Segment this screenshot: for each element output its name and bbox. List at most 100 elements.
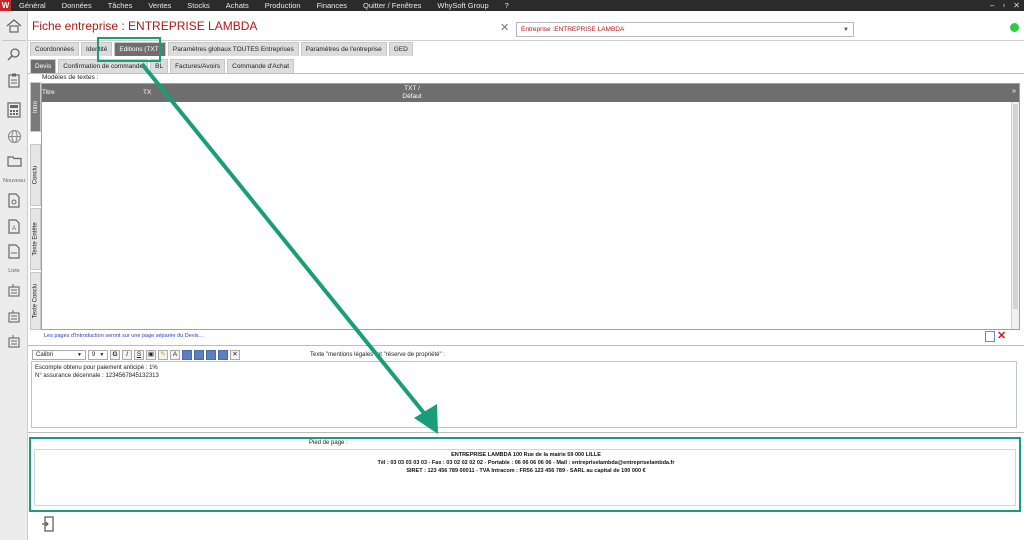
mentions-label: Texte "mentions légales" et "réserve de … bbox=[310, 352, 445, 358]
menu-donnees[interactable]: Données bbox=[54, 0, 100, 11]
restore-button[interactable]: ▫ bbox=[1002, 0, 1005, 11]
font-color-icon[interactable]: A bbox=[170, 349, 180, 360]
vtab-intro-label: Intro bbox=[32, 100, 39, 114]
list-stack-icon-3[interactable] bbox=[3, 330, 25, 352]
underline-button[interactable]: S bbox=[134, 349, 144, 360]
entity-select[interactable]: Entreprise :ENTREPRISE LAMBDA ▼ bbox=[516, 22, 854, 37]
new-file-icon[interactable] bbox=[3, 240, 25, 262]
sidebar-liste-label: Liste bbox=[8, 268, 20, 274]
folder-icon[interactable] bbox=[3, 150, 25, 172]
minimize-button[interactable]: – bbox=[990, 0, 994, 11]
entity-select-value: Entreprise :ENTREPRISE LAMBDA bbox=[521, 26, 625, 33]
menu-bar: W Général Données Tâches Ventes Stocks A… bbox=[0, 0, 1024, 11]
new-invoice-icon[interactable]: A bbox=[3, 215, 25, 237]
column-txt-label: TXT / bbox=[404, 85, 420, 92]
home-icon[interactable] bbox=[3, 15, 25, 37]
align-left-icon[interactable] bbox=[182, 349, 192, 360]
svg-text:A: A bbox=[12, 226, 16, 232]
subtab-devis[interactable]: Devis bbox=[30, 59, 57, 73]
subtab-factures-avoirs[interactable]: Factures/Avoirs bbox=[170, 59, 226, 73]
close-window-button[interactable]: ✕ bbox=[1013, 0, 1020, 11]
page-title: Fiche entreprise : ENTREPRISE LAMBDA bbox=[32, 19, 258, 33]
menu-achats[interactable]: Achats bbox=[218, 0, 257, 11]
text-section-tabs: Intro Conclu Texte Entête Texte Conclu bbox=[30, 82, 41, 330]
vtab-conclu[interactable]: Conclu bbox=[30, 144, 41, 206]
footer-label: Pied de page : bbox=[309, 440, 348, 446]
clear-format-icon[interactable]: ✕ bbox=[230, 349, 240, 360]
vtab-texte-conclu[interactable]: Texte Conclu bbox=[30, 272, 41, 330]
menu-production[interactable]: Production bbox=[257, 0, 309, 11]
document-subtabs: Devis Confirmation de commande BL Factur… bbox=[30, 59, 296, 73]
grid-header: Titre TX TXT / Défaut » bbox=[42, 84, 1019, 102]
highlight-icon[interactable]: ✎ bbox=[158, 349, 168, 360]
exit-icon[interactable] bbox=[42, 516, 55, 532]
sidebar-nouveau-label: Nouveau bbox=[2, 178, 26, 184]
align-justify-icon[interactable] bbox=[218, 349, 228, 360]
mentions-textarea[interactable]: Escompte obtenu pour paiement anticipé :… bbox=[31, 361, 1017, 428]
app-logo[interactable]: W bbox=[0, 0, 11, 11]
window-controls: – ▫ ✕ bbox=[990, 0, 1020, 11]
list-stack-icon[interactable] bbox=[3, 279, 25, 301]
tab-parametres-entreprise[interactable]: Paramètres de l'entreprise bbox=[300, 42, 387, 56]
mentions-line-1: Escompte obtenu pour paiement anticipé :… bbox=[35, 365, 158, 371]
column-tx[interactable]: TX bbox=[143, 89, 151, 96]
vtab-texte-entete[interactable]: Texte Entête bbox=[30, 208, 41, 270]
calculator-icon[interactable] bbox=[3, 99, 25, 121]
clipboard-icon[interactable] bbox=[3, 69, 25, 91]
chevron-down-icon: ▼ bbox=[77, 351, 82, 358]
editor-toolbar: Calibri ▼ 9 ▼ G I S ▣ ✎ A ✕ bbox=[32, 349, 240, 360]
tab-parametres-globaux[interactable]: Paramètres globaux TOUTES Entreprises bbox=[167, 42, 299, 56]
bold-button[interactable]: G bbox=[110, 349, 120, 360]
subtab-commande-achat[interactable]: Commande d'Achat bbox=[227, 59, 295, 73]
tab-ged[interactable]: GED bbox=[388, 42, 413, 56]
subtab-divider bbox=[28, 73, 1024, 74]
header-divider bbox=[28, 40, 1024, 41]
tab-coordonnees[interactable]: Coordonnées bbox=[30, 42, 80, 56]
scrollbar-thumb[interactable] bbox=[1013, 104, 1018, 309]
new-document-icon[interactable] bbox=[3, 189, 25, 211]
chevron-down-icon: ▼ bbox=[843, 26, 849, 33]
section-divider-2 bbox=[28, 432, 1024, 433]
font-family-select[interactable]: Calibri ▼ bbox=[32, 349, 86, 360]
new-note-icon[interactable] bbox=[985, 331, 995, 342]
column-menu-icon[interactable]: » bbox=[1012, 88, 1016, 95]
align-right-icon[interactable] bbox=[206, 349, 216, 360]
intro-note: Les pages d'Introduction seront sur une … bbox=[44, 333, 204, 339]
column-defaut-label: Défaut bbox=[402, 93, 422, 100]
vtab-texte-entete-label: Texte Entête bbox=[32, 222, 39, 256]
search-icon[interactable] bbox=[3, 43, 25, 65]
vtab-intro[interactable]: Intro bbox=[30, 82, 41, 132]
menu-stocks[interactable]: Stocks bbox=[179, 0, 218, 11]
grid-scrollbar[interactable] bbox=[1011, 102, 1019, 329]
menu-finances[interactable]: Finances bbox=[309, 0, 355, 11]
section-divider bbox=[28, 345, 1024, 346]
main-tabs: Coordonnées Identité Editions (TXT) Para… bbox=[30, 42, 415, 56]
image-icon[interactable]: ▣ bbox=[146, 349, 156, 360]
font-size-select[interactable]: 9 ▼ bbox=[88, 349, 108, 360]
clear-entity-icon[interactable]: ✕ bbox=[500, 21, 509, 34]
italic-button[interactable]: I bbox=[122, 349, 132, 360]
menu-help[interactable]: ? bbox=[497, 0, 517, 11]
menu-quitter-fenetres[interactable]: Quitter / Fenêtres bbox=[355, 0, 429, 11]
status-indicator bbox=[1010, 23, 1019, 32]
chevron-down-icon: ▼ bbox=[99, 351, 105, 358]
vtab-conclu-label: Conclu bbox=[32, 165, 39, 185]
menu-whysoft-group[interactable]: WhySoft Group bbox=[429, 0, 496, 11]
tab-highlight-box bbox=[97, 37, 161, 62]
list-stack-icon-2[interactable] bbox=[3, 305, 25, 327]
menu-general[interactable]: Général bbox=[11, 0, 54, 11]
column-titre[interactable]: Titre bbox=[42, 89, 55, 96]
menu-taches[interactable]: Tâches bbox=[100, 0, 141, 11]
delete-icon[interactable]: ✕ bbox=[997, 330, 1008, 342]
menu-ventes[interactable]: Ventes bbox=[140, 0, 179, 11]
globe-icon[interactable] bbox=[3, 125, 25, 147]
align-center-icon[interactable] bbox=[194, 349, 204, 360]
footer-line-3: SIRET : 123 456 789 00011 - TVA Intracom… bbox=[406, 468, 646, 474]
footer-text-editor[interactable]: ENTREPRISE LAMBDA 100 Rue de la mairie 5… bbox=[34, 449, 1016, 506]
column-txt-defaut[interactable]: TXT / Défaut bbox=[372, 85, 452, 101]
sidebar-divider bbox=[2, 40, 26, 41]
text-models-grid[interactable]: Titre TX TXT / Défaut » bbox=[41, 83, 1020, 330]
vtab-texte-conclu-label: Texte Conclu bbox=[32, 283, 39, 319]
font-family-value: Calibri bbox=[36, 351, 54, 358]
models-label: Modèles de textes : bbox=[42, 74, 99, 81]
